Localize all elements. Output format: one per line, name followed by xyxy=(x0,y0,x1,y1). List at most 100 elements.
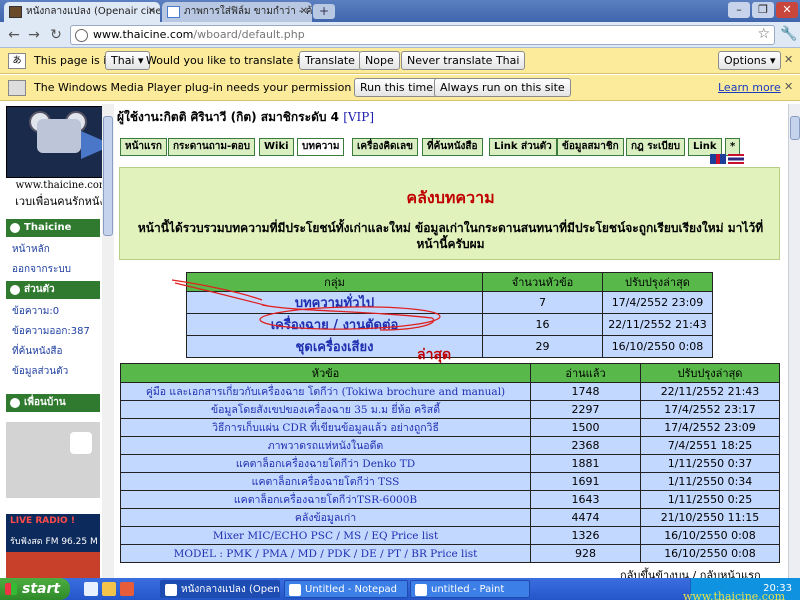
sidebar-item-outbox[interactable]: ข้อความออก:387 xyxy=(12,324,90,339)
maximize-button[interactable]: ❐ xyxy=(752,2,774,18)
read-count: 928 xyxy=(530,544,641,563)
article-link[interactable]: Mixer MIC/ECHO PSC / MS / EQ Price list xyxy=(120,526,531,545)
options-button[interactable]: Options ▾ xyxy=(718,51,782,70)
ie-quicklaunch-icon[interactable] xyxy=(84,582,98,596)
nope-button[interactable]: Nope xyxy=(359,51,400,70)
last-updated: 22/11/2552 21:43 xyxy=(602,313,713,336)
nav-tab-member-info[interactable]: ข้อมูลสมาชิก xyxy=(557,138,624,156)
article-link[interactable]: แคตาล็อกเครื่องฉายโตกีว่า Denko TD xyxy=(120,454,531,473)
translate-icon: あ xyxy=(8,53,26,69)
table-row: MODEL : PMK / PMA / MD / PDK / DE / PT /… xyxy=(120,544,780,563)
article-link[interactable]: คลังข้อมูลเก่า xyxy=(120,508,531,527)
table-row: บทความทั่วไป 7 17/4/2552 23:09 xyxy=(186,291,713,314)
page-description: หน้านี้ได้รวบรวมบทความที่มีประโยชน์ทั้งเ… xyxy=(137,221,764,251)
site-slogan: เวบเพื่อนคนรักหนัง xyxy=(15,195,105,208)
nav-tab-home[interactable]: หน้าแรก xyxy=(120,138,167,156)
page-scrollbar[interactable] xyxy=(788,104,800,578)
last-updated: 16/10/2550 0:08 xyxy=(602,335,713,358)
close-window-button[interactable]: ✕ xyxy=(776,2,798,18)
article-link[interactable]: คู่มือ และเอกสารเกี่ยวกับเครื่องฉาย โตกี… xyxy=(120,382,531,401)
article-link[interactable]: แคตาล็อกเครื่องฉายโตกีว่าTSR-6000B xyxy=(120,490,531,509)
live-radio-label: LIVE RADIO ! xyxy=(10,516,75,526)
nav-tab-personal-links[interactable]: Link ส่วนตัว xyxy=(489,138,557,156)
article-link[interactable]: แคตาล็อกเครื่องฉายโตกีว่า TSS xyxy=(120,472,531,491)
group-link-general[interactable]: บทความทั่วไป xyxy=(186,291,483,314)
last-updated: 16/10/2550 0:08 xyxy=(640,526,780,545)
language-select[interactable]: Thai ▾ xyxy=(105,51,150,70)
tab-google-search[interactable]: ภาพการใส่ฟิล์ม ขามกำว่า - ค้นห ✕ xyxy=(162,2,312,22)
last-updated: 1/11/2550 0:37 xyxy=(640,454,780,473)
read-count: 1500 xyxy=(530,418,641,437)
thai-flag-icon[interactable] xyxy=(728,154,744,164)
close-plugin-icon[interactable]: ✕ xyxy=(784,80,793,93)
translate-button[interactable]: Translate xyxy=(299,51,361,70)
taskbar-item-chrome[interactable]: หนังกลางแปลง (Open... xyxy=(160,580,280,598)
learn-more-link[interactable]: Learn more xyxy=(718,81,781,94)
nav-tab-calculator[interactable]: เครื่องคิดเลข xyxy=(352,138,418,156)
never-translate-button[interactable]: Never translate Thai xyxy=(401,51,526,70)
reload-icon[interactable]: ↻ xyxy=(46,25,66,45)
last-updated: 17/4/2552 23:17 xyxy=(640,400,780,419)
minimize-button[interactable]: – xyxy=(728,2,750,18)
nav-tab-book-finder[interactable]: ที่ค้นหนังสือ xyxy=(422,138,483,156)
sidebar-header-neighbors: เพื่อนบ้าน xyxy=(6,394,100,412)
sidebar-item-logout[interactable]: ออกจากระบบ xyxy=(12,262,71,277)
globe-icon xyxy=(75,29,88,42)
new-tab-button[interactable]: + xyxy=(313,4,335,19)
last-updated: 1/11/2550 0:34 xyxy=(640,472,780,491)
nav-tab-wiki[interactable]: Wiki xyxy=(259,138,294,156)
forward-icon[interactable]: → xyxy=(24,25,44,45)
read-count: 1748 xyxy=(530,382,641,401)
close-translate-icon[interactable]: ✕ xyxy=(784,53,793,66)
table-row: แคตาล็อกเครื่องฉายโตกีว่า Denko TD 1881 1/… xyxy=(120,454,780,473)
sidebar-item-book-finder[interactable]: ที่ค้นหนังสือ xyxy=(12,344,63,359)
tab-openair-cinema[interactable]: หนังกลางแปลง (Openair cinema ✕ xyxy=(4,2,160,22)
live-radio-banner[interactable]: LIVE RADIO ! รับฟังสด FM 96.25 M xyxy=(6,514,100,578)
read-count: 4474 xyxy=(530,508,641,527)
always-run-button[interactable]: Always run on this site xyxy=(434,78,571,97)
start-button[interactable]: start xyxy=(0,578,70,600)
table-row: แคตาล็อกเครื่องฉายโตกีว่า TSS 1691 1/11/25… xyxy=(120,472,780,491)
article-link[interactable]: MODEL : PMK / PMA / MD / PDK / DE / PT /… xyxy=(120,544,531,563)
translate-infobar: あ This page is in Thai ▾ Would you like … xyxy=(0,48,800,74)
site-logo[interactable] xyxy=(6,106,114,178)
back-to-top-link[interactable]: กลับขึ้นข้างบน / กลับหน้าแรก xyxy=(620,566,761,578)
table-row: ข้อมูลโดยสังเขปของเครื่องฉาย 35 ม.ม ยี่ห… xyxy=(120,400,780,419)
desktop-quicklaunch-icon[interactable] xyxy=(102,582,116,596)
last-updated: 21/10/2550 11:15 xyxy=(640,508,780,527)
bookmark-star-icon[interactable]: ☆ xyxy=(757,26,770,42)
group-link-projectors[interactable]: เครื่องฉาย / งานตัดต่อ xyxy=(186,313,483,336)
read-count: 1643 xyxy=(530,490,641,509)
taskbar-item-paint[interactable]: untitled - Paint xyxy=(410,580,530,598)
nav-tab-rules[interactable]: กฎ ระเบียบ xyxy=(626,138,685,156)
taskbar-item-notepad[interactable]: Untitled - Notepad xyxy=(284,580,408,598)
plugin-placeholder[interactable] xyxy=(6,422,100,498)
last-updated: 17/4/2552 23:09 xyxy=(602,291,713,314)
sidebar-item-home[interactable]: หน้าหลัก xyxy=(12,242,50,257)
back-icon[interactable]: ← xyxy=(4,25,24,45)
uk-flag-icon[interactable] xyxy=(710,154,726,164)
wrench-icon[interactable]: 🔧 xyxy=(780,26,797,42)
article-link[interactable]: ข้อมูลโดยสังเขปของเครื่องฉาย 35 ม.ม ยี่ห… xyxy=(120,400,531,419)
url-host: www.thaicine.com xyxy=(93,28,194,41)
run-this-time-button[interactable]: Run this time xyxy=(354,78,440,97)
articles-banner: คลังบทความ หน้านี้ได้รวบรวมบทความที่มีปร… xyxy=(119,167,780,260)
media-quicklaunch-icon[interactable] xyxy=(120,582,134,596)
read-count: 2368 xyxy=(530,436,641,455)
sidebar-scrollbar[interactable] xyxy=(102,104,114,578)
tab-close-icon[interactable]: ✕ xyxy=(300,2,308,22)
column-header: อ่านแล้ว xyxy=(530,363,641,383)
column-header: กลุ่ม xyxy=(186,272,483,292)
language-flags[interactable] xyxy=(710,154,746,164)
article-link[interactable]: วิธีการเก็บแผ่น CDR ที่เขียนข้อมูลแล้ว อ… xyxy=(120,418,531,437)
sidebar-item-profile[interactable]: ข้อมูลส่วนตัว xyxy=(12,364,68,379)
translate-prefix: This page is in xyxy=(34,54,114,67)
nav-tab-qa-board[interactable]: กระดานถาม-ตอบ xyxy=(168,138,256,156)
clock: 20:33 xyxy=(763,583,792,594)
tab-close-icon[interactable]: ✕ xyxy=(148,2,156,22)
article-link[interactable]: ภาพวาดรถแห่หนังในอดีต xyxy=(120,436,531,455)
table-row: แคตาล็อกเครื่องฉายโตกีว่าTSR-6000B 1643 1/… xyxy=(120,490,780,509)
nav-tab-articles[interactable]: บทความ xyxy=(297,138,345,156)
address-bar[interactable]: www.thaicine.com/wboard/default.php ☆ xyxy=(70,25,775,45)
sidebar-item-messages[interactable]: ข้อความ:0 xyxy=(12,304,59,319)
